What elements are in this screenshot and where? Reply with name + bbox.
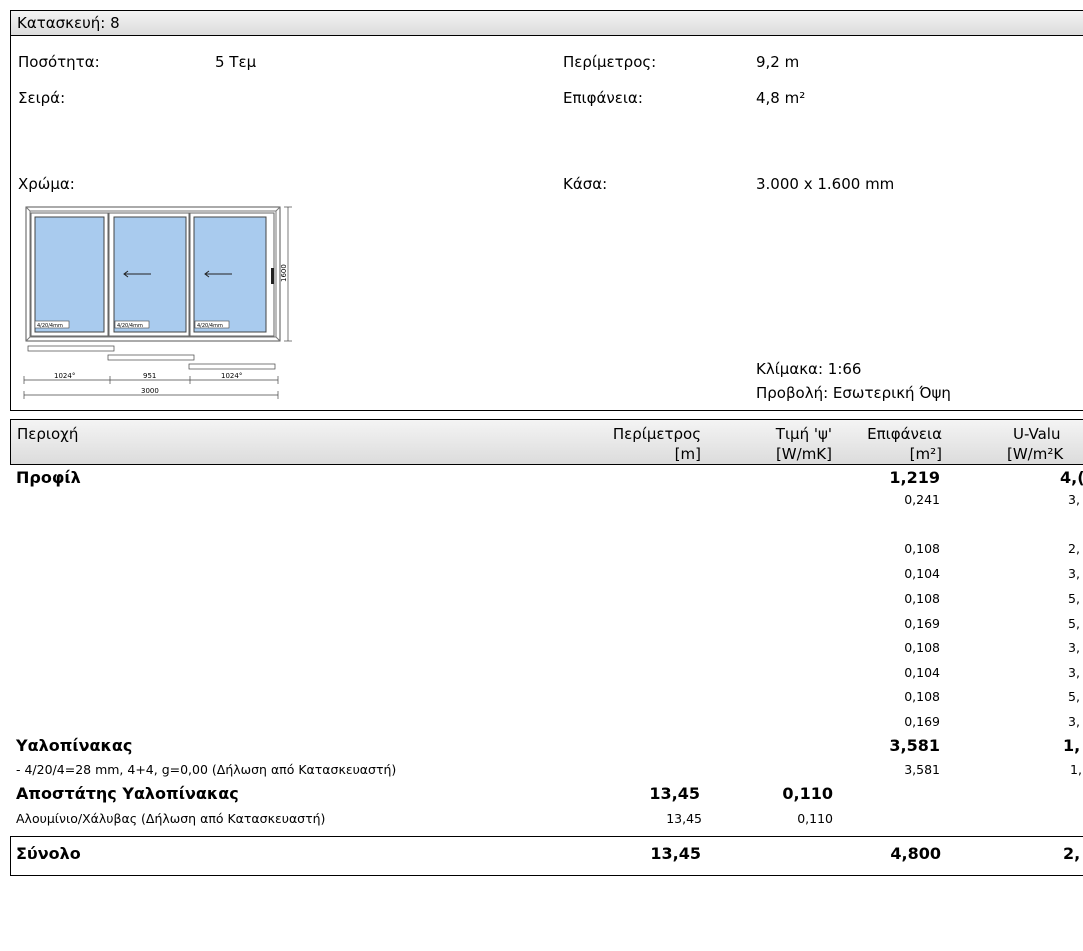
construction-title: Κατασκευή: 8 [17,14,120,32]
construction-title-bar: Κατασκευή: 8 [10,10,1083,36]
handle-icon [271,268,274,284]
col-perimeter-header: Περίμετρος [612,425,701,443]
glass-detail-uvalue: 1, [1070,762,1082,777]
quantity-value: 5 Τεμ [215,53,257,71]
col-uvalue-header: U-Valu [1013,425,1061,443]
glass-detail-area: 3,581 [904,762,940,777]
col-psi-header: Τιμή 'ψ' [775,425,832,443]
glass-detail: - 4/20/4=28 mm, 4+4, g=0,00 (Δήλωση από … [16,762,397,777]
profile-row-uvalue: 2, [1068,541,1080,556]
profile-row-uvalue: 3, [1068,714,1080,729]
total-row: Σύνολο 13,45 4,800 2, [10,836,1083,876]
profile-row-uvalue: 3, [1068,566,1080,581]
width-dimensions: 1024° 951 1024° 3000 [23,372,279,399]
spacer-label: Αποστάτης Υαλοπίνακας [16,784,239,803]
pane-labels: 4/20/4mm 4/20/4mm 4/20/4mm [34,320,230,329]
profile-row-area: 0,169 [904,616,940,631]
col-region-header: Περιοχή [17,425,79,443]
total-label: Σύνολο [16,844,81,863]
frame-label: Κάσα: [563,175,608,193]
profile-row-uvalue: 5, [1068,616,1080,631]
profile-row-uvalue: 5, [1068,591,1080,606]
color-label: Χρώμα: [18,175,75,193]
width-dimension-label: 951 [143,372,156,380]
glass-uvalue: 1, [1063,736,1081,755]
height-dimension: 1600 [280,206,292,342]
total-width-label: 3000 [141,387,159,395]
pane-label: 4/20/4mm [37,323,63,329]
profile-row-area: 0,104 [904,665,940,680]
profile-row-area: 0,241 [904,492,940,507]
profile-area: 1,219 [889,468,940,487]
pane-label: 4/20/4mm [117,323,143,329]
col-area-header: Επιφάνεια [867,425,942,443]
profile-row-uvalue: 3, [1068,665,1080,680]
view-text: Προβολή: Εσωτερική Όψη [756,384,951,402]
width-dimension-label: 1024° [221,372,242,380]
profile-row-area: 0,169 [904,714,940,729]
profile-label: Προφίλ [16,468,81,487]
sash-middle [108,212,190,337]
col-area-unit: [m²] [909,445,942,463]
profile-row-area: 0,108 [904,541,940,556]
profile-row-uvalue: 5, [1068,689,1080,704]
track-section [27,345,276,370]
window-drawing: 4/20/4mm 4/20/4mm 4/20/4mm 1600 1024° 95… [23,206,292,399]
profile-row-area: 0,108 [904,640,940,655]
profile-row-uvalue: 3, [1068,640,1080,655]
glass-area: 3,581 [889,736,940,755]
glass-label: Υαλοπίνακας [16,736,133,755]
table-header: Περιοχή Περίμετρος [m] Τιμή 'ψ' [W/mK] Ε… [10,419,1083,465]
scale-text: Κλίμακα: 1:66 [756,360,862,378]
spacer-psi: 0,110 [782,784,833,803]
sash-left [30,212,109,337]
spacer-detail-psi: 0,110 [797,811,833,826]
profile-row-uvalue: 3, [1068,492,1080,507]
perimeter-label: Περίμετρος: [563,53,657,71]
pane-label: 4/20/4mm [197,323,223,329]
col-perimeter-unit: [m] [674,445,701,463]
profile-row-area: 0,108 [904,689,940,704]
total-uvalue: 2, [1063,844,1081,863]
profile-uvalue: 4,( [1060,468,1083,487]
profile-row-area: 0,104 [904,566,940,581]
spacer-detail-perimeter: 13,45 [666,811,702,826]
perimeter-value: 9,2 m [756,53,800,71]
total-perimeter: 13,45 [650,844,701,863]
quantity-label: Ποσότητα: [18,53,100,71]
width-dimension-label: 1024° [54,372,75,380]
area-label: Επιφάνεια: [563,89,643,107]
total-area: 4,800 [890,844,941,863]
frame-value: 3.000 x 1.600 mm [756,175,895,193]
series-label: Σειρά: [18,89,66,107]
col-uvalue-unit: [W/m²K [1007,445,1064,463]
sash-right [189,212,275,337]
spacer-perimeter: 13,45 [649,784,700,803]
col-psi-unit: [W/mK] [775,445,832,463]
area-value: 4,8 m² [756,89,806,107]
height-dimension-label: 1600 [280,264,288,282]
profile-row-area: 0,108 [904,591,940,606]
spacer-detail: Αλουμίνιο/Χάλυβας (Δήλωση από Κατασκευασ… [16,811,326,826]
